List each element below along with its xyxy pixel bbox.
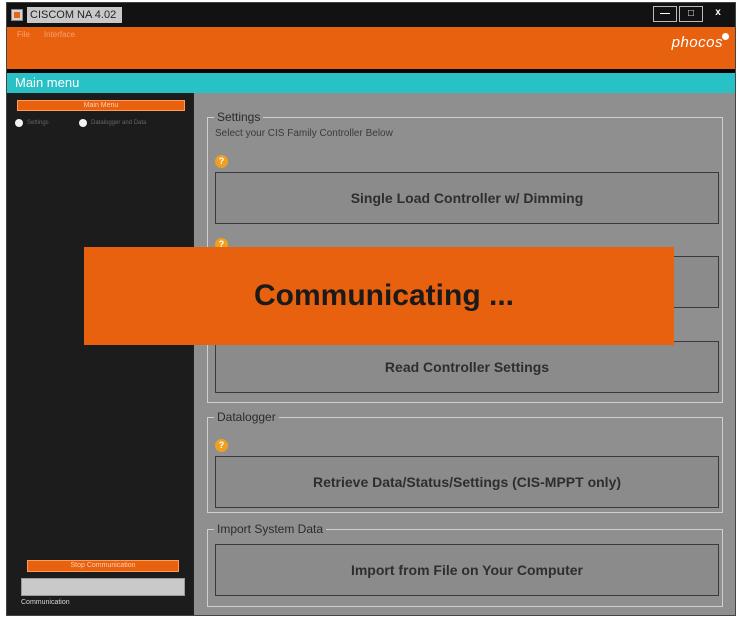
radio-circle-icon[interactable] — [79, 119, 87, 127]
maximize-button[interactable]: □ — [679, 6, 703, 22]
status-text: Communication — [21, 599, 70, 606]
logo-text: phocos — [671, 34, 723, 51]
retrieve-data-button[interactable]: Retrieve Data/Status/Settings (CIS-MPPT … — [215, 456, 719, 508]
window-title: CISCOM NA 4.02 — [27, 7, 123, 23]
single-load-controller-button[interactable]: Single Load Controller w/ Dimming — [215, 172, 719, 224]
header-bar: File Interface phocos — [7, 27, 735, 69]
phocos-logo: phocos — [671, 33, 729, 51]
page-title: Main menu — [15, 75, 80, 90]
logo-dot-icon — [722, 33, 729, 40]
communicating-overlay: Communicating ... — [84, 247, 674, 345]
radio-settings-label: Settings — [27, 120, 49, 126]
menu-bar: File Interface — [17, 30, 75, 39]
import-from-file-button[interactable]: Import from File on Your Computer — [215, 544, 719, 596]
import-group: Import System Data Import from File on Y… — [207, 522, 723, 607]
radio-circle-icon[interactable] — [15, 119, 23, 127]
import-title: Import System Data — [214, 522, 327, 536]
window-controls: — □ x — [653, 6, 731, 22]
overlay-message: Communicating ... — [253, 279, 514, 312]
settings-subtitle: Select your CIS Family Controller Below — [215, 128, 393, 139]
main-content: Settings Select your CIS Family Controll… — [194, 93, 735, 615]
radio-datalogger-label: Datalogger and Data — [91, 120, 147, 126]
section-header: Main menu — [7, 73, 735, 93]
radio-settings[interactable]: Settings — [15, 119, 49, 127]
minimize-button[interactable]: — — [653, 6, 677, 22]
stop-communication-button[interactable]: Stop Communication — [27, 560, 179, 572]
progress-bar — [21, 578, 185, 596]
radio-datalogger[interactable]: Datalogger and Data — [79, 119, 146, 127]
menu-item-interface[interactable]: Interface — [44, 30, 75, 39]
datalogger-group: Datalogger ? Retrieve Data/Status/Settin… — [207, 410, 723, 513]
title-bar: CISCOM NA 4.02 — □ x — [7, 3, 735, 27]
close-button[interactable]: x — [705, 6, 731, 22]
settings-title: Settings — [214, 110, 264, 124]
read-controller-settings-button[interactable]: Read Controller Settings — [215, 341, 719, 393]
app-icon — [11, 9, 23, 21]
help-icon[interactable]: ? — [215, 439, 228, 452]
sidebar: Main Menu Settings Datalogger and Data S… — [7, 93, 192, 615]
datalogger-title: Datalogger — [214, 410, 279, 424]
menu-item-file[interactable]: File — [17, 30, 30, 39]
main-menu-button[interactable]: Main Menu — [17, 100, 185, 111]
help-icon[interactable]: ? — [215, 155, 228, 168]
